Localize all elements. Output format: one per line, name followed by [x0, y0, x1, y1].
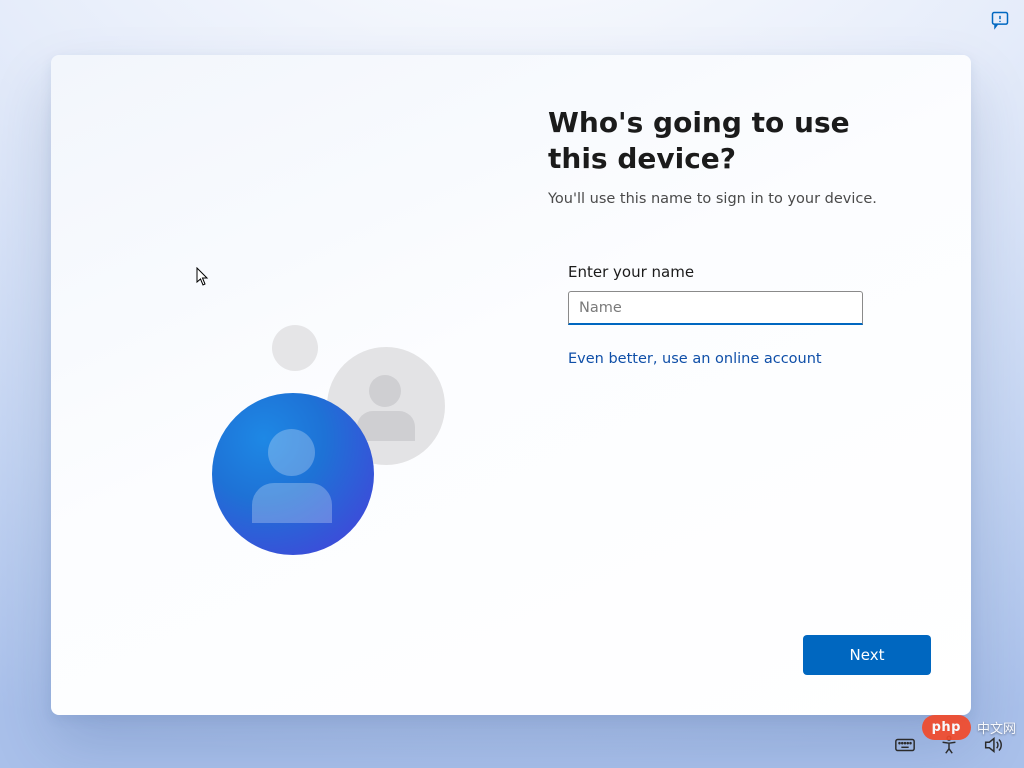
page-title: Who's going to use this device? [548, 105, 918, 177]
page-subtitle: You'll use this name to sign in to your … [548, 191, 918, 207]
use-online-account-link[interactable]: Even better, use an online account [568, 351, 822, 367]
system-tray [894, 734, 1004, 756]
accessibility-icon[interactable] [938, 734, 960, 756]
user-illustration [51, 55, 511, 715]
avatar-bubble-small [272, 325, 318, 371]
next-button[interactable]: Next [803, 635, 931, 675]
keyboard-icon[interactable] [894, 734, 916, 756]
oobe-card: Who's going to use this device? You'll u… [51, 55, 971, 715]
avatar-bubble-large [212, 393, 374, 555]
feedback-icon[interactable] [990, 10, 1010, 30]
volume-icon[interactable] [982, 734, 1004, 756]
form-column: Who's going to use this device? You'll u… [548, 105, 918, 367]
name-input[interactable] [568, 291, 863, 325]
name-field-label: Enter your name [568, 263, 918, 281]
